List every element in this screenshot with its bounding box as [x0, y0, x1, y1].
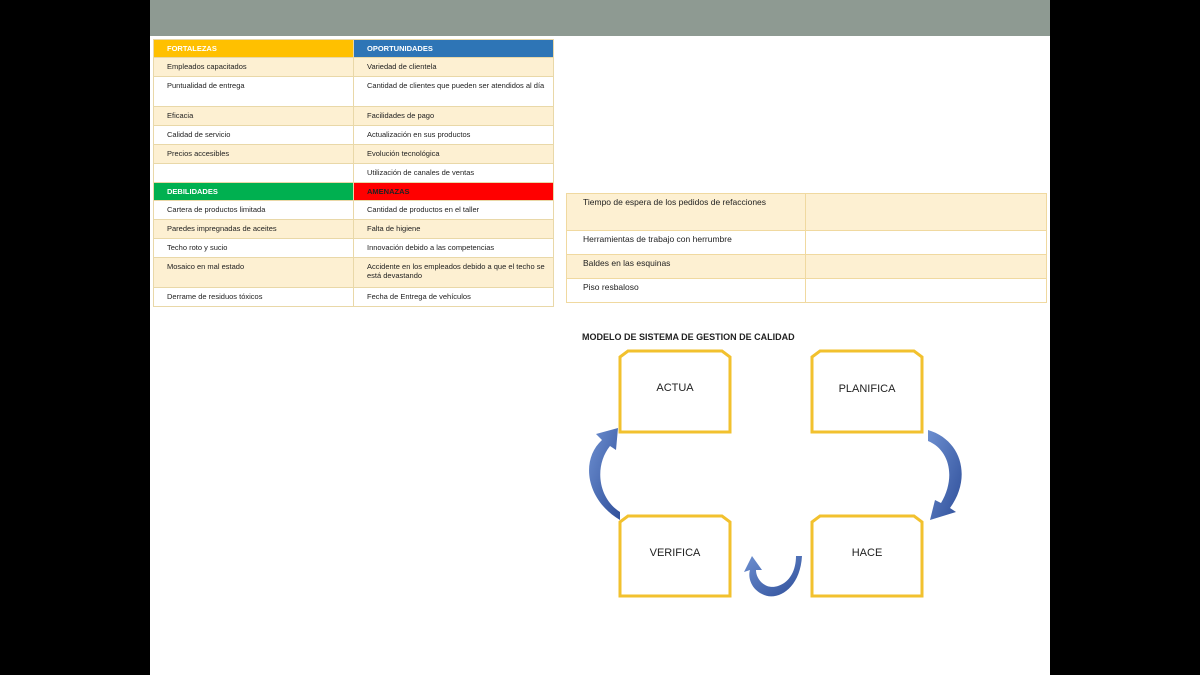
slide: FORTALEZAS OPORTUNIDADES Empleados capac…	[150, 0, 1050, 675]
pdca-diagram	[589, 349, 962, 598]
arrow-hace-to-verifica-icon	[744, 556, 802, 597]
hace-label: HACE	[851, 547, 883, 559]
actua-label: ACTUA	[656, 382, 694, 394]
arrow-planifica-to-hace-icon	[928, 430, 962, 520]
planifica-label: PLANIFICA	[838, 383, 896, 395]
arrow-verifica-to-actua-icon	[589, 428, 620, 520]
verifica-label: VERIFICA	[649, 547, 701, 559]
